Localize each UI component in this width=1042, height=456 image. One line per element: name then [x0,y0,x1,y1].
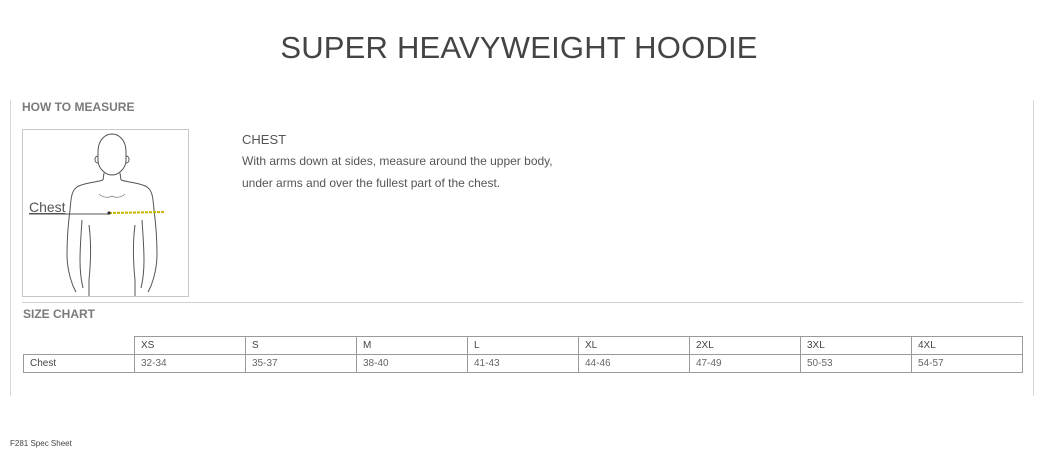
page-title: SUPER HEAVYWEIGHT HOODIE [280,30,758,65]
value-cell: 50-53 [800,354,912,373]
size-header-cell: S [245,336,357,355]
value-cell: 41-43 [467,354,579,373]
size-chart-heading: SIZE CHART [23,307,95,321]
section-divider [22,302,1023,303]
size-header-cell: XS [134,336,246,355]
row-label-cell: Chest [23,354,135,373]
size-header-cell: 2XL [689,336,801,355]
frame-left-border [10,100,11,396]
table-corner-cell [23,336,135,355]
body-figure-illustration: Chest [22,129,189,297]
figure-chest-label: Chest [29,199,66,215]
size-header-cell: 3XL [800,336,912,355]
size-chart-table: XS S M L XL 2XL 3XL 4XL Chest 32-34 35-3… [23,336,1023,373]
table-header-row: XS S M L XL 2XL 3XL 4XL [23,336,1023,355]
value-cell: 54-57 [911,354,1023,373]
frame-right-border [1033,100,1034,396]
value-cell: 44-46 [578,354,690,373]
size-header-cell: XL [578,336,690,355]
value-cell: 32-34 [134,354,246,373]
size-header-cell: 4XL [911,336,1023,355]
spec-sheet-page: SUPER HEAVYWEIGHT HOODIE HOW TO MEASURE [0,0,1042,456]
table-row: Chest 32-34 35-37 38-40 41-43 44-46 47-4… [23,354,1023,373]
footer-text: F281 Spec Sheet [10,439,72,448]
value-cell: 47-49 [689,354,801,373]
value-cell: 38-40 [356,354,468,373]
measure-name: CHEST [242,132,287,147]
measure-description: With arms down at sides, measure around … [242,154,553,190]
how-to-measure-heading: HOW TO MEASURE [22,100,135,114]
size-header-cell: L [467,336,579,355]
size-header-cell: M [356,336,468,355]
value-cell: 35-37 [245,354,357,373]
